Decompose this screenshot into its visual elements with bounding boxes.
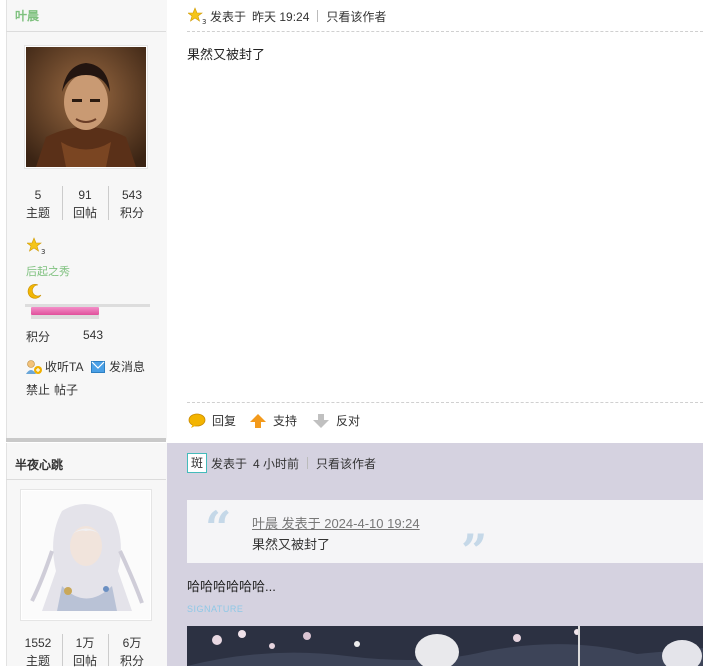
author-name[interactable]: 叶晨 (15, 7, 39, 24)
points-label: 积分 (26, 330, 51, 344)
posted-label: 发表于 (210, 9, 247, 24)
stat-points[interactable]: 543 积分 (109, 186, 155, 222)
speech-bubble-icon (188, 413, 206, 428)
stat-label: 回帖 (72, 654, 97, 668)
stat-value: 1552 (24, 636, 52, 650)
stat-value: 91 (78, 188, 92, 202)
divider (6, 479, 166, 480)
follow-button[interactable]: 收听TA (25, 358, 83, 375)
ban-link[interactable]: 禁止 (26, 381, 50, 398)
stat-label: 主题 (25, 206, 50, 220)
reply-button[interactable]: 回复 (188, 412, 236, 429)
quote-header-link[interactable]: 叶晨 发表于 2024-4-10 19:24 (252, 513, 420, 532)
moon-icon (27, 284, 42, 299)
author-only-link[interactable]: 只看该作者 (326, 8, 386, 25)
stat-threads[interactable]: 5 主题 (15, 186, 61, 222)
reply-label: 回复 (212, 414, 237, 428)
author-name[interactable]: 半夜心跳 (15, 456, 63, 473)
stat-label: 主题 (25, 654, 50, 668)
envelope-icon (91, 360, 105, 373)
stat-label: 回帖 (72, 206, 97, 220)
post-time: 昨天 19:24 (252, 9, 310, 24)
posted-label: 发表于 (211, 456, 248, 471)
stat-replies[interactable]: 1万 回帖 (62, 634, 108, 670)
signature-artwork (187, 626, 703, 666)
quote-open-icon: “ (205, 501, 232, 555)
stat-value: 5 (34, 188, 42, 202)
stat-points[interactable]: 6万 积分 (109, 634, 155, 670)
divider (187, 31, 703, 32)
points-value: 543 (83, 328, 104, 342)
arrow-down-icon (313, 413, 329, 428)
avatar[interactable] (20, 489, 152, 621)
avatar-image (22, 491, 150, 619)
stat-label: 积分 (119, 206, 144, 220)
quote-text: 果然又被封了 (252, 537, 331, 552)
svg-text:3: 3 (41, 248, 45, 255)
post-2-content: 哈哈哈哈哈哈... (187, 579, 276, 594)
stat-replies[interactable]: 91 回帖 (62, 186, 108, 222)
avatar[interactable] (24, 45, 148, 169)
signature-label: SIGNATURE (187, 604, 244, 614)
stat-value: 6万 (122, 636, 142, 650)
support-label: 支持 (273, 414, 298, 428)
divider (307, 457, 309, 469)
follow-label: 收听TA (45, 360, 84, 374)
arrow-up-icon (250, 413, 266, 428)
stat-threads[interactable]: 1552 主题 (15, 634, 61, 670)
message-button[interactable]: 发消息 (91, 358, 145, 375)
star-level-icon: 3 (27, 237, 45, 255)
signature-image (187, 626, 703, 666)
star-level-icon: 3 (188, 7, 206, 25)
stat-value: 1万 (75, 636, 95, 650)
level-progress-fill (31, 307, 99, 315)
sidebar-divider (6, 438, 166, 442)
oppose-label: 反对 (336, 414, 361, 428)
post-2-meta: 斑 发表于 4 小时前 只看该作者 (187, 453, 376, 473)
post-1-meta: 3 发表于 昨天 19:24 只看该作者 (188, 7, 386, 25)
author-only-link[interactable]: 只看该作者 (316, 455, 376, 472)
divider (6, 31, 166, 32)
post-1-content: 果然又被封了 (187, 47, 266, 62)
support-button[interactable]: 支持 (249, 412, 297, 429)
message-label: 发消息 (109, 360, 146, 374)
divider (187, 402, 703, 403)
divider (317, 10, 319, 22)
avatar-image (26, 47, 146, 167)
post-time: 4 小时前 (253, 456, 300, 471)
follow-icon (26, 359, 42, 374)
rank-title[interactable]: 后起之秀 (26, 263, 70, 279)
level-progress-shadow (31, 315, 99, 319)
stat-value: 543 (121, 188, 143, 202)
oppose-button[interactable]: 反对 (312, 412, 360, 429)
stat-label: 积分 (119, 654, 144, 668)
quote-close-icon: ” (461, 524, 488, 578)
posts-link[interactable]: 帖子 (54, 381, 78, 398)
badge-icon: 斑 (187, 453, 207, 473)
post-1 (167, 0, 703, 440)
svg-text:3: 3 (202, 18, 206, 25)
